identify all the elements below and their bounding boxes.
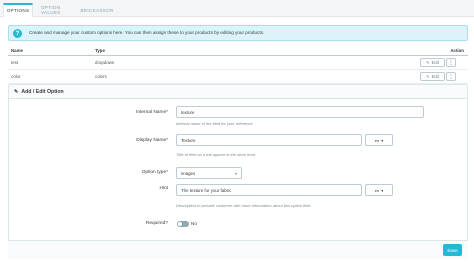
tab-options[interactable]: OPTIONS	[3, 3, 33, 17]
display-name-help: Title of field as it will appear in the …	[176, 152, 256, 157]
panel-footer	[8, 240, 468, 259]
edit-button[interactable]: ✎ Edit	[420, 72, 445, 81]
save-button[interactable]: Save	[443, 244, 462, 256]
row-name: test	[11, 60, 19, 65]
alert-text: Create and manage your custom options he…	[29, 30, 265, 35]
options-table: Name Type Action test dropdown ✎ Edit ⋮ …	[8, 46, 468, 84]
option-type-select[interactable]: images ▾	[176, 167, 242, 179]
pencil-icon: ✎	[14, 88, 19, 95]
chevron-down-icon: ▾	[234, 171, 237, 176]
pencil-icon: ✎	[426, 60, 430, 65]
panel-title: Add / Edit Option	[21, 88, 64, 95]
col-name-header: Name	[11, 48, 23, 53]
pencil-icon: ✎	[426, 74, 430, 79]
hint-input[interactable]: The texture for your fabric	[176, 184, 362, 196]
table-row: test dropdown ✎ Edit ⋮	[8, 56, 468, 70]
help-icon: ?	[13, 29, 22, 38]
row-type: colors	[95, 74, 107, 79]
table-row: color colors ✎ Edit ⋮	[8, 70, 468, 84]
hint-label: Hint	[159, 186, 168, 191]
edit-label: Edit	[431, 74, 439, 79]
option-type-label: Option type*	[141, 170, 168, 175]
edit-button[interactable]: ✎ Edit	[420, 58, 445, 67]
required-label: Required?	[145, 221, 168, 226]
row-name: color	[11, 74, 21, 79]
table-header: Name Type Action	[8, 46, 468, 56]
edit-label: Edit	[431, 60, 439, 65]
internal-name-input[interactable]: texture	[176, 106, 424, 118]
more-options-icon[interactable]: ⋮	[446, 72, 456, 81]
display-name-language-select[interactable]: en ▾	[365, 134, 393, 146]
col-type-header: Type	[95, 48, 105, 53]
required-value: No	[191, 221, 197, 226]
col-action-header: Action	[450, 48, 464, 53]
caret-down-icon: ▾	[381, 137, 384, 143]
option-type-value: images	[181, 170, 196, 176]
panel-header: ✎ Add / Edit Option	[9, 85, 467, 99]
info-alert: ? Create and manage your custom options …	[8, 25, 468, 41]
caret-down-icon: ▾	[381, 187, 384, 193]
toggle-knob	[178, 222, 182, 226]
language-code: en	[374, 187, 380, 193]
row-type: dropdown	[95, 60, 115, 65]
hint-language-select[interactable]: en ▾	[365, 184, 393, 196]
tab-brickassor[interactable]: BRICKASSOR	[79, 3, 115, 17]
more-options-icon[interactable]: ⋮	[446, 58, 456, 67]
language-code: en	[374, 137, 380, 143]
tab-option-values[interactable]: OPTION VALUES	[36, 3, 76, 17]
display-name-label: Display Name*	[136, 138, 168, 143]
internal-name-help: Internal name of the field for your refe…	[176, 121, 253, 126]
display-name-input[interactable]: Texture	[176, 134, 362, 146]
hint-help: Description to provide customer with mor…	[176, 203, 311, 208]
tab-bar: OPTIONS OPTION VALUES BRICKASSOR	[0, 0, 474, 17]
internal-name-label: Internal Name*	[136, 110, 168, 115]
required-toggle[interactable]	[177, 221, 189, 227]
